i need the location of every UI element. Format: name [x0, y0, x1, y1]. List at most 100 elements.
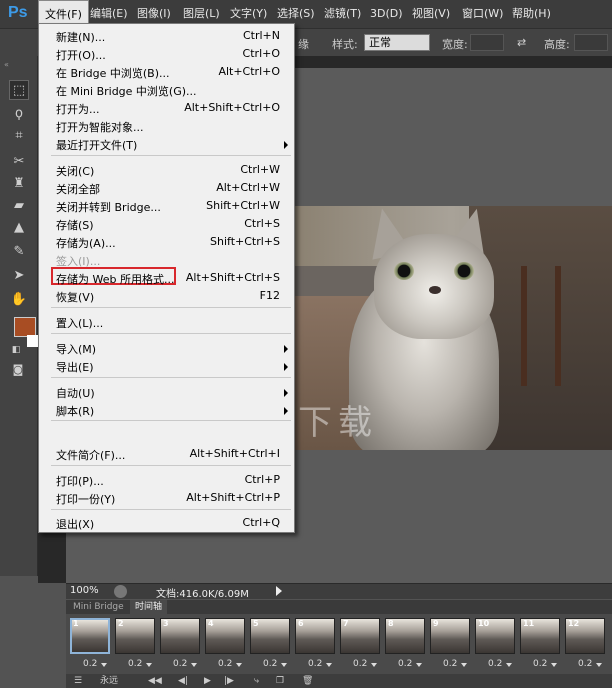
- timeline-frame[interactable]: 4 0.2: [204, 616, 246, 672]
- file-menu-item[interactable]: 在 Bridge 中浏览(B)... Alt+Ctrl+O: [39, 63, 294, 81]
- first-frame-icon[interactable]: ◀◀: [148, 674, 162, 688]
- timeline-frame[interactable]: 11 0.2: [519, 616, 561, 672]
- play-icon[interactable]: ▶: [204, 674, 211, 688]
- crop-tool-icon[interactable]: ⌗: [9, 126, 29, 146]
- menu-item-label: 关闭并转到 Bridge...: [56, 201, 161, 214]
- toolbox-collapse-icon[interactable]: «: [4, 60, 34, 69]
- file-menu-item[interactable]: 打印一份(Y) Alt+Shift+Ctrl+P: [39, 489, 294, 507]
- file-menu-item[interactable]: 打印(P)... Ctrl+P: [39, 471, 294, 489]
- menu-item-label: 新建(N)...: [56, 31, 106, 44]
- timeline-frame[interactable]: 2 0.2: [114, 616, 156, 672]
- refine-edge-label[interactable]: 缘: [298, 36, 309, 52]
- frame-delay[interactable]: 0.2: [263, 659, 277, 669]
- frame-delay-dropdown-icon[interactable]: [191, 663, 197, 667]
- frame-delay-dropdown-icon[interactable]: [101, 663, 107, 667]
- frame-delay-dropdown-icon[interactable]: [461, 663, 467, 667]
- file-menu-item[interactable]: 退出(X) Ctrl+Q: [39, 514, 294, 532]
- tab-mini-bridge[interactable]: Mini Bridge: [68, 600, 129, 614]
- file-menu-item[interactable]: 新建(N)... Ctrl+N: [39, 27, 294, 45]
- timeline-frame[interactable]: 6 0.2: [294, 616, 336, 672]
- tween-icon[interactable]: ⤷: [254, 674, 259, 688]
- file-menu-item[interactable]: 存储为(A)... Shift+Ctrl+S: [39, 233, 294, 251]
- file-menu-item[interactable]: 存储(S) Ctrl+S: [39, 215, 294, 233]
- timeline-frame[interactable]: 9 0.2: [429, 616, 471, 672]
- menu-3d[interactable]: 3D(D): [364, 0, 409, 28]
- swap-icon[interactable]: ⇄: [517, 36, 526, 49]
- file-menu-item[interactable]: 导出(E): [39, 357, 294, 375]
- menu-help[interactable]: 帮助(H): [506, 0, 557, 28]
- file-menu-item[interactable]: 导入(M): [39, 339, 294, 357]
- frame-delay-dropdown-icon[interactable]: [236, 663, 242, 667]
- frame-delay-dropdown-icon[interactable]: [371, 663, 377, 667]
- frame-delay-dropdown-icon[interactable]: [506, 663, 512, 667]
- timeline-frame[interactable]: 8 0.2: [384, 616, 426, 672]
- width-input[interactable]: [470, 34, 504, 51]
- file-menu-item[interactable]: 文件简介(F)... Alt+Shift+Ctrl+I: [39, 445, 294, 463]
- frame-delay[interactable]: 0.2: [218, 659, 232, 669]
- frame-delay[interactable]: 0.2: [443, 659, 457, 669]
- frame-delay-dropdown-icon[interactable]: [416, 663, 422, 667]
- frame-delay[interactable]: 0.2: [353, 659, 367, 669]
- frame-delay[interactable]: 0.2: [173, 659, 187, 669]
- frame-delay[interactable]: 0.2: [533, 659, 547, 669]
- frame-delay[interactable]: 0.2: [398, 659, 412, 669]
- delete-frame-icon[interactable]: 🗑: [302, 674, 313, 688]
- path-select-tool-icon[interactable]: ➤: [9, 266, 29, 286]
- prev-frame-icon[interactable]: ◀|: [178, 674, 188, 688]
- next-frame-icon[interactable]: |▶: [224, 674, 234, 688]
- file-menu-item[interactable]: 脚本(R): [39, 401, 294, 419]
- timeline-frame[interactable]: 10 0.2: [474, 616, 516, 672]
- style-select[interactable]: 正常: [364, 34, 430, 51]
- convert-icon[interactable]: ☰: [74, 674, 82, 688]
- file-menu-item[interactable]: 打开为智能对象...: [39, 117, 294, 135]
- timeline-frame[interactable]: 7 0.2: [339, 616, 381, 672]
- frame-delay-dropdown-icon[interactable]: [596, 663, 602, 667]
- timeline-frame[interactable]: 5 0.2: [249, 616, 291, 672]
- foreground-color-swatch[interactable]: [14, 317, 36, 337]
- file-menu-item[interactable]: 关闭并转到 Bridge... Shift+Ctrl+W: [39, 197, 294, 215]
- stamp-tool-icon[interactable]: ♜: [9, 174, 29, 194]
- timeline-frame[interactable]: 12 0.2: [564, 616, 606, 672]
- default-colors-icon[interactable]: ◧: [6, 340, 26, 360]
- frame-delay[interactable]: 0.2: [128, 659, 142, 669]
- height-input[interactable]: [574, 34, 608, 51]
- status-menu-arrow-icon[interactable]: [276, 586, 282, 596]
- duplicate-frame-icon[interactable]: ❐: [276, 674, 284, 688]
- loop-select[interactable]: 永远: [100, 674, 118, 688]
- timeline-frame[interactable]: 1 0.2: [69, 616, 111, 672]
- frame-delay[interactable]: 0.2: [83, 659, 97, 669]
- eraser-tool-icon[interactable]: ▰: [9, 196, 29, 216]
- frame-delay-dropdown-icon[interactable]: [551, 663, 557, 667]
- file-menu-item[interactable]: 打开(O)... Ctrl+O: [39, 45, 294, 63]
- frame-delay-dropdown-icon[interactable]: [326, 663, 332, 667]
- lasso-tool-icon[interactable]: ϙ: [9, 104, 29, 124]
- timeline-frame[interactable]: 3 0.2: [159, 616, 201, 672]
- quick-mask-icon[interactable]: ◙: [8, 360, 28, 380]
- file-menu-item[interactable]: 存储为 Web 所用格式... Alt+Shift+Ctrl+S: [39, 269, 294, 287]
- zoom-options-icon[interactable]: [114, 585, 127, 598]
- tab-timeline[interactable]: 时间轴: [130, 600, 168, 614]
- file-menu-item[interactable]: 置入(L)...: [39, 313, 294, 331]
- frame-delay-dropdown-icon[interactable]: [281, 663, 287, 667]
- healing-tool-icon[interactable]: ✂: [9, 152, 29, 172]
- menu-window[interactable]: 窗口(W): [456, 0, 509, 28]
- file-menu-item[interactable]: 自动(U): [39, 383, 294, 401]
- hand-tool-icon[interactable]: ✋: [9, 290, 29, 310]
- zoom-level[interactable]: 100%: [70, 585, 99, 596]
- menu-view[interactable]: 视图(V): [406, 0, 456, 28]
- file-menu-item[interactable]: 恢复(V) F12: [39, 287, 294, 305]
- file-menu-item[interactable]: 打开为... Alt+Shift+Ctrl+O: [39, 99, 294, 117]
- file-menu-item[interactable]: 最近打开文件(T): [39, 135, 294, 153]
- file-menu-item[interactable]: 在 Mini Bridge 中浏览(G)...: [39, 81, 294, 99]
- marquee-tool-icon[interactable]: ⬚: [9, 80, 29, 100]
- frame-delay[interactable]: 0.2: [488, 659, 502, 669]
- frame-delay[interactable]: 0.2: [308, 659, 322, 669]
- blur-tool-icon[interactable]: ▲: [9, 218, 29, 238]
- file-menu-item[interactable]: 关闭全部 Alt+Ctrl+W: [39, 179, 294, 197]
- menu-filter[interactable]: 滤镜(T): [318, 0, 367, 28]
- pen-tool-icon[interactable]: ✎: [9, 242, 29, 262]
- frame-delay-dropdown-icon[interactable]: [146, 663, 152, 667]
- frame-delay[interactable]: 0.2: [578, 659, 592, 669]
- file-menu-item[interactable]: 关闭(C) Ctrl+W: [39, 161, 294, 179]
- menu-item-shortcut: Alt+Shift+Ctrl+I: [189, 447, 280, 460]
